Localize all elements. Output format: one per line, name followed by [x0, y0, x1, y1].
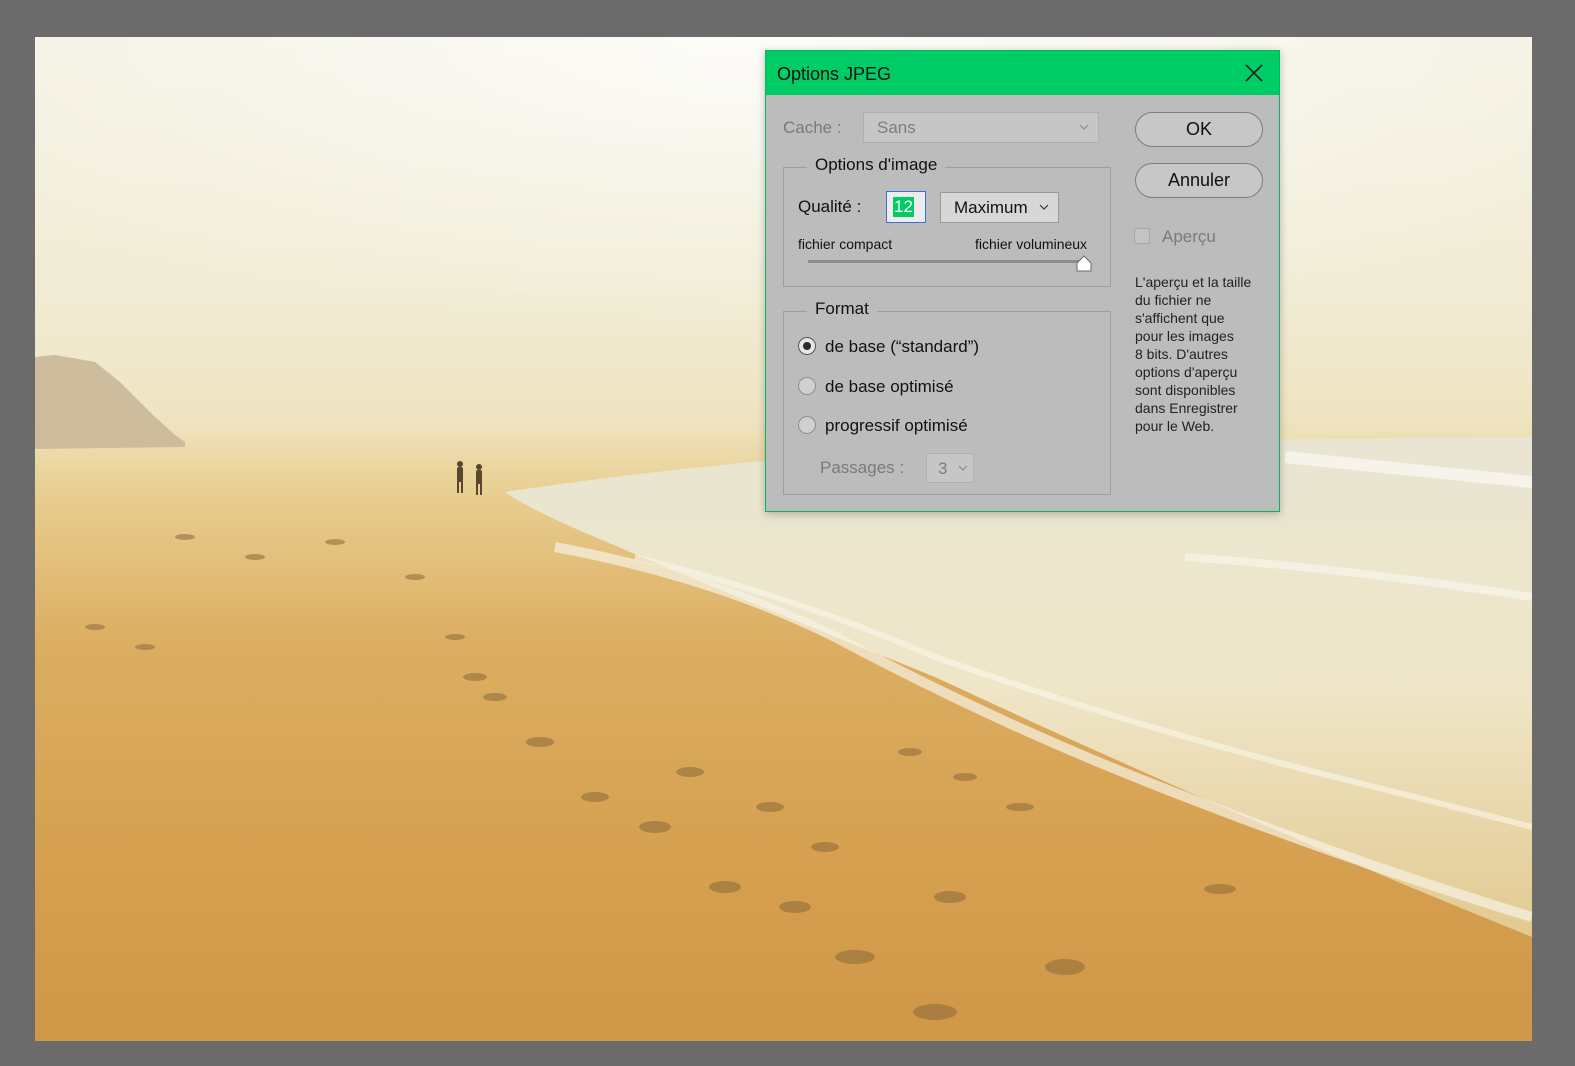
radio-format-progressive[interactable]	[798, 416, 816, 434]
close-icon	[1245, 64, 1263, 82]
info-line: sont disponibles	[1135, 382, 1236, 398]
format-option-baseline-optimized[interactable]: de base optimisé	[825, 377, 954, 397]
ok-button[interactable]: OK	[1135, 112, 1263, 147]
close-button[interactable]	[1242, 61, 1266, 85]
cancel-button[interactable]: Annuler	[1135, 163, 1263, 198]
info-line: du fichier ne	[1135, 292, 1212, 308]
info-line: 8 bits. D'autres	[1135, 346, 1228, 362]
chevron-down-icon	[958, 465, 968, 471]
info-line: pour les images	[1135, 328, 1234, 344]
passes-value: 3	[938, 459, 948, 478]
cache-label: Cache :	[783, 118, 842, 137]
quality-preset-select[interactable]: Maximum	[940, 192, 1059, 223]
chevron-down-icon	[1079, 124, 1089, 130]
preview-label: Aperçu	[1162, 227, 1216, 246]
slider-max-label: fichier volumineux	[975, 236, 1088, 252]
quality-label: Qualité :	[798, 197, 862, 216]
format-legend: Format	[807, 299, 877, 319]
jpeg-options-dialog: Options JPEG Cache : Sans Options d'imag…	[765, 50, 1280, 512]
cache-select[interactable]: Sans	[863, 112, 1099, 143]
preview-checkbox[interactable]	[1134, 228, 1150, 244]
image-options-group: Options d'image	[783, 155, 1111, 287]
info-line: L'aperçu et la taille	[1135, 274, 1252, 290]
info-line: pour le Web.	[1135, 418, 1215, 434]
quality-slider-thumb[interactable]	[1075, 255, 1093, 272]
image-options-legend: Options d'image	[807, 155, 946, 175]
radio-format-baseline-optimized[interactable]	[798, 377, 816, 395]
quality-slider-track[interactable]	[808, 260, 1086, 263]
quality-input[interactable]: 12	[886, 191, 926, 223]
dialog-title: Options JPEG	[777, 64, 892, 84]
radio-format-baseline[interactable]	[798, 337, 816, 355]
quality-preset-value: Maximum	[954, 198, 1028, 217]
couple-silhouette	[457, 461, 482, 495]
format-option-progressive[interactable]: progressif optimisé	[825, 416, 968, 436]
preview-info-text: L'aperçu et la taille du fichier ne s'af…	[1135, 273, 1271, 435]
passes-select[interactable]: 3	[926, 453, 974, 483]
format-option-baseline[interactable]: de base (“standard”)	[825, 337, 979, 357]
passes-label: Passages :	[820, 458, 905, 477]
chevron-down-icon	[1039, 204, 1049, 210]
dialog-titlebar[interactable]: Options JPEG	[766, 51, 1279, 95]
slider-min-label: fichier compact	[798, 236, 893, 252]
info-line: s'affichent que	[1135, 310, 1225, 326]
cache-value: Sans	[877, 118, 916, 137]
info-line: dans Enregistrer	[1135, 400, 1238, 416]
quality-value: 12	[893, 197, 914, 217]
info-line: options d'aperçu	[1135, 364, 1238, 380]
